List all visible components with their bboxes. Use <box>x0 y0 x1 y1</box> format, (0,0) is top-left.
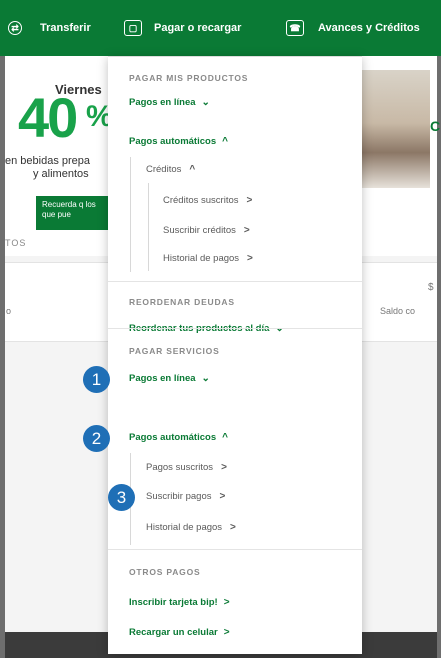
menu-item-services-subscribed[interactable]: Pagos suscritos > <box>146 462 227 473</box>
nav-pay-recharge[interactable]: ▢ Pagar o recargar <box>124 0 241 56</box>
nav-advances-label: Avances y Créditos <box>318 22 420 34</box>
balance-row-right-amount: $ <box>428 282 434 293</box>
nav-transfer-label: Transferir <box>40 22 91 34</box>
menu-item-credits-history[interactable]: Historial de pagos > <box>163 253 253 264</box>
menu-item-label: Suscribir créditos <box>163 225 236 236</box>
menu-divider <box>108 328 362 329</box>
promo-photo <box>358 70 430 188</box>
chevron-right-icon: > <box>246 194 253 206</box>
menu-item-label: Créditos suscritos <box>163 195 239 206</box>
menu-item-label: Pagos en línea <box>129 97 196 108</box>
chevron-down-icon: ⌄ <box>201 372 210 384</box>
callout-marker-2: 2 <box>83 425 110 452</box>
menu-item-label: Inscribir tarjeta bip! <box>129 597 218 608</box>
nav-transfer[interactable]: ⇄ Transferir <box>8 0 91 56</box>
menu-item-subscribe-services[interactable]: Suscribir pagos > <box>146 491 225 502</box>
chevron-right-icon: > <box>243 224 250 236</box>
transfer-icon: ⇄ <box>8 21 22 35</box>
chevron-right-icon: > <box>221 461 227 473</box>
menu-item-register-bip-card[interactable]: Inscribir tarjeta bip! > <box>129 597 230 608</box>
bill-icon: ▢ <box>124 20 142 36</box>
menu-item-label: Historial de pagos <box>163 253 240 264</box>
tree-line <box>130 157 131 272</box>
chevron-up-icon: ^ <box>222 135 228 147</box>
promo-subtitle-line2: y alimentos <box>33 168 89 180</box>
menu-item-pay-products-online[interactable]: Pagos en línea ⌄ <box>129 97 210 108</box>
menu-item-label: Créditos <box>146 164 182 175</box>
section-header-reorder-debts: REORDENAR DEUDAS <box>129 297 235 307</box>
hand-money-icon: ☎ <box>286 20 304 36</box>
tree-line-nested <box>148 183 149 271</box>
chevron-right-icon: > <box>219 490 226 502</box>
promo-subtitle-line1: en bebidas prepa <box>5 155 91 167</box>
menu-item-recharge-phone[interactable]: Recargar un celular > <box>129 627 230 638</box>
section-header-pay-products: PAGAR MIS PRODUCTOS <box>129 73 249 83</box>
section-header-other-payments: OTROS PAGOS <box>129 567 201 577</box>
menu-item-label: Pagos suscritos <box>146 462 214 473</box>
menu-item-services-history[interactable]: Historial de pagos > <box>146 522 236 533</box>
menu-item-services-online[interactable]: Pagos en línea ⌄ <box>129 373 210 384</box>
balance-row-left-text: o <box>6 306 12 316</box>
menu-item-credits[interactable]: Créditos ^ <box>146 164 195 175</box>
menu-item-label: Pagos automáticos <box>129 432 217 443</box>
promo-tos: TOS <box>5 238 27 248</box>
chevron-right-icon: > <box>223 596 230 608</box>
menu-divider <box>108 549 362 550</box>
promo-number: 40 <box>18 86 78 149</box>
callout-marker-3: 3 <box>108 484 135 511</box>
chevron-down-icon: ⌄ <box>201 96 210 108</box>
pay-recharge-dropdown: PAGAR MIS PRODUCTOS Pagos en línea ⌄ Pag… <box>108 56 362 654</box>
balance-row-right-text: Saldo co <box>380 306 416 316</box>
chevron-up-icon: ^ <box>222 431 228 443</box>
nav-advances-credits[interactable]: ☎ Avances y Créditos <box>286 0 420 56</box>
menu-divider <box>108 281 362 282</box>
chevron-right-icon: > <box>230 521 236 533</box>
top-navigation: ⇄ Transferir ▢ Pagar o recargar ☎ Avance… <box>0 0 441 56</box>
window-frame-right <box>437 0 441 658</box>
callout-marker-1: 1 <box>83 366 110 393</box>
promo-button[interactable]: Recuerda q los que pue <box>36 196 114 230</box>
menu-item-label: Pagos automáticos <box>129 136 217 147</box>
menu-item-services-automatic[interactable]: Pagos automáticos ^ <box>129 432 228 443</box>
section-header-pay-services: PAGAR SERVICIOS <box>129 346 220 356</box>
menu-item-label: Pagos en línea <box>129 373 196 384</box>
chevron-right-icon: > <box>223 626 230 638</box>
nav-pay-label: Pagar o recargar <box>154 22 242 34</box>
menu-item-credits-subscribed[interactable]: Créditos suscritos > <box>163 195 252 206</box>
menu-item-label: Suscribir pagos <box>146 491 212 502</box>
menu-item-pay-products-automatic[interactable]: Pagos automáticos ^ <box>129 136 228 147</box>
photo-side-letter: C <box>430 118 441 134</box>
menu-item-label: Historial de pagos <box>146 522 223 533</box>
menu-item-label: Recargar un celular <box>129 627 218 638</box>
menu-item-subscribe-credits[interactable]: Suscribir créditos > <box>163 225 250 236</box>
chevron-up-icon: ^ <box>189 163 196 175</box>
chevron-right-icon: > <box>247 252 253 264</box>
